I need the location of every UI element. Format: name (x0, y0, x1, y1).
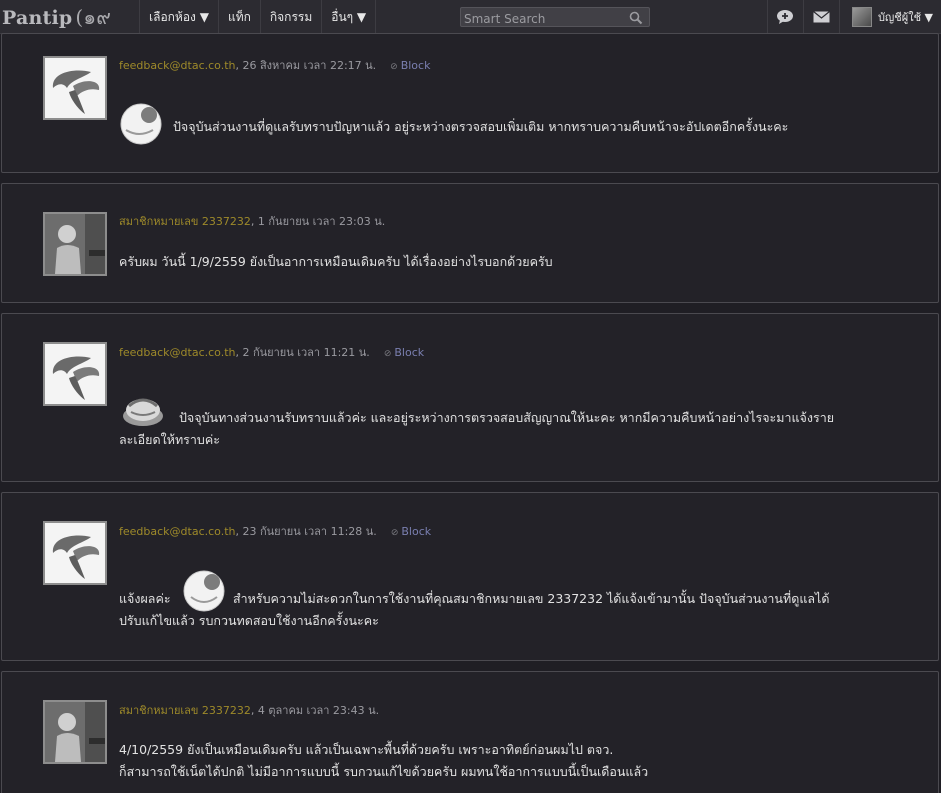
smart-search-box (460, 7, 650, 29)
pantip-logo[interactable]: Pantip (๑๙ (2, 4, 111, 30)
comment-line: ปัจจุบันส่วนงานที่ดูแลรับทราบปัญหาแล้ว อ… (172, 118, 789, 134)
comment-body: ปรับแก้ไขแล้ว รบกวนทดสอบใช้งานอีกครั้งนะ… (119, 610, 379, 632)
top-navigation-bar: Pantip (๑๙ เลือกห้อง ▼ แท็ก กิจกรรม อื่นๆ… (0, 0, 941, 34)
nav-choose-room[interactable]: เลือกห้อง ▼ (139, 0, 218, 34)
user-account-menu[interactable]: บัญชีผู้ใช้ ▼ (838, 0, 941, 34)
comment-line: ปัจจุบันทางส่วนงานรับทราบแล้วค่ะ และอยู่… (179, 410, 835, 425)
comment-body: ปัจจุบันส่วนงานที่ดูแลรับทราบปัญหาแล้ว อ… (119, 100, 788, 153)
comment-meta: สมาชิกหมายเลข 2337232, 1 กันยายน เวลา 23… (119, 212, 385, 230)
top-right-area: บัญชีผู้ใช้ ▼ (766, 0, 941, 34)
main-nav: เลือกห้อง ▼ แท็ก กิจกรรม อื่นๆ ▼ (139, 0, 377, 34)
chat-bubble-icon[interactable] (766, 0, 803, 34)
comment-meta: feedback@dtac.co.th, 26 สิงหาคม เวลา 22:… (119, 56, 430, 74)
comment-line: สำหรับความไม่สะดวกในการใช้งานที่คุณสมาชิ… (233, 591, 830, 606)
comment-body: ละเอียดให้ทราบค่ะ (119, 429, 220, 451)
block-label: Block (400, 59, 431, 72)
comment-body: ก็สามารถใช้เน็ตได้ปกติ ไม่มีอาการแบบนี้ … (119, 761, 648, 783)
comment-meta: feedback@dtac.co.th, 23 กันยายน เวลา 11:… (119, 522, 431, 540)
user-avatar (851, 7, 872, 27)
nav-tags[interactable]: แท็ก (217, 0, 260, 34)
search-input[interactable] (461, 10, 621, 28)
dtac-logo-avatar[interactable] (43, 342, 107, 406)
comment-date: , 1 กันยายน เวลา 23:03 น. (250, 215, 386, 228)
comment-body: ปัจจุบันทางส่วนงานรับทราบแล้วค่ะ และอยู่… (179, 407, 834, 429)
block-icon: ⊘ (383, 349, 392, 359)
comment-line: 4/10/2559 ยังเป็นเหมือนเดิมครับ แล้วเป็น… (119, 742, 614, 757)
nav-more[interactable]: อื่นๆ ▼ (321, 0, 377, 34)
comment-meta: feedback@dtac.co.th, 2 กันยายน เวลา 11:2… (119, 343, 424, 361)
comment-card: feedback@dtac.co.th, 2 กันยายน เวลา 11:2… (1, 313, 939, 482)
comment-body: สำหรับความไม่สะดวกในการใช้งานที่คุณสมาชิ… (233, 588, 829, 610)
comment-card: สมาชิกหมายเลข 2337232, 4 ตุลาคม เวลา 23:… (1, 671, 939, 793)
comment-author[interactable]: feedback@dtac.co.th (119, 59, 235, 72)
comment-card: feedback@dtac.co.th, 26 สิงหาคม เวลา 22:… (1, 33, 939, 173)
comment-author[interactable]: สมาชิกหมายเลข 2337232 (119, 215, 251, 228)
block-link[interactable]: ⊘ Block (384, 346, 424, 359)
comment-body: แจ้งผลค่ะ (119, 588, 171, 610)
mail-icon[interactable] (802, 0, 839, 34)
comment-body: 4/10/2559 ยังเป็นเหมือนเดิมครับ แล้วเป็น… (119, 739, 613, 761)
comment-line: ครับผม วันนี้ 1/9/2559 ยังเป็นอาการเหมือ… (119, 254, 553, 269)
comment-date: , 23 กันยายน เวลา 11:28 น. (235, 525, 377, 538)
comment-date: , 4 ตุลาคม เวลา 23:43 น. (250, 704, 380, 717)
block-label: Block (401, 525, 432, 538)
comment-date: , 26 สิงหาคม เวลา 22:17 น. (235, 59, 377, 72)
comment-line: ปรับแก้ไขแล้ว รบกวนทดสอบใช้งานอีกครั้งนะ… (119, 613, 379, 628)
comment-meta: สมาชิกหมายเลข 2337232, 4 ตุลาคม เวลา 23:… (119, 701, 379, 719)
comment-body: ครับผม วันนี้ 1/9/2559 ยังเป็นอาการเหมือ… (119, 251, 553, 273)
comment-author[interactable]: สมาชิกหมายเลข 2337232 (119, 704, 251, 717)
user-menu-label: บัญชีผู้ใช้ ▼ (877, 11, 933, 24)
comment-date: , 2 กันยายน เวลา 11:21 น. (235, 346, 370, 359)
block-icon: ⊘ (390, 528, 399, 538)
comment-line: ก็สามารถใช้เน็ตได้ปกติ ไม่มีอาการแบบนี้ … (119, 764, 649, 779)
dtac-logo-avatar[interactable] (43, 521, 107, 585)
block-icon: ⊘ (390, 62, 398, 72)
comment-card: feedback@dtac.co.th, 23 กันยายน เวลา 11:… (1, 492, 939, 661)
block-label: Block (394, 346, 425, 359)
comment-line: ละเอียดให้ทราบค่ะ (119, 432, 220, 447)
comment-author[interactable]: feedback@dtac.co.th (119, 346, 235, 359)
comment-prefix: แจ้งผลค่ะ (119, 591, 171, 606)
logo-thai-text: (๑๙ (75, 5, 112, 29)
block-link[interactable]: ⊘ Block (390, 59, 430, 72)
comment-card: สมาชิกหมายเลข 2337232, 1 กันยายน เวลา 23… (1, 183, 939, 303)
user-photo-avatar[interactable] (43, 700, 107, 764)
logo-text: Pantip (2, 7, 73, 29)
comment-author[interactable]: feedback@dtac.co.th (119, 525, 235, 538)
block-link[interactable]: ⊘ Block (391, 525, 431, 538)
emoticon-icon (119, 100, 165, 153)
user-photo-avatar[interactable] (43, 212, 107, 276)
search-icon[interactable] (629, 10, 643, 29)
dtac-logo-avatar[interactable] (43, 56, 107, 120)
nav-activities[interactable]: กิจกรรม (259, 0, 321, 34)
emoticon-icon (121, 390, 165, 432)
